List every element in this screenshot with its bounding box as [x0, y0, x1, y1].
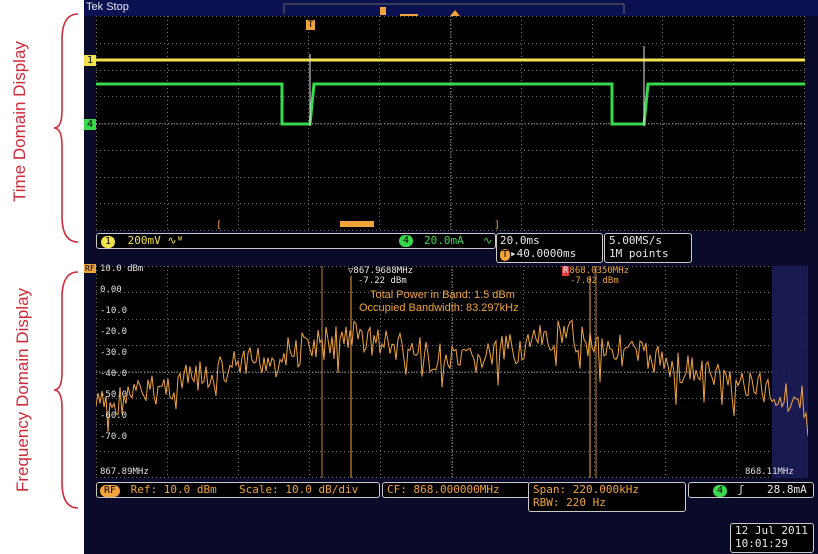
- zoom-bracket-left: [: [216, 220, 222, 231]
- vertical-scale: Scale: 10.0 dB/div: [239, 483, 359, 496]
- trigger-level: 28.8mA: [767, 483, 807, 496]
- total-power-readout: Total Power in Band: 1.5 dBm: [370, 289, 515, 301]
- date: 12 Jul 2011: [735, 524, 808, 537]
- ch4-ground-marker[interactable]: 4: [84, 119, 97, 130]
- ch4-badge: 4: [399, 235, 414, 247]
- rf-ref-marker[interactable]: RF: [84, 264, 96, 273]
- y-tick-label: -70.0: [100, 432, 128, 442]
- marker2-readout: R868.0350MHz -7.02 dBm: [562, 266, 629, 286]
- x-axis-end: 868.11MHz: [745, 467, 794, 477]
- spectrum-right-shade: [772, 266, 808, 478]
- acquisition-readout[interactable]: 5.00MS/s 1M points: [604, 233, 692, 263]
- time: 10:01:29: [735, 537, 788, 550]
- record-view-bar: [283, 3, 625, 16]
- x-axis-start: 867.89MHz: [100, 467, 149, 477]
- date-time-readout: 12 Jul 2011 10:01:29: [730, 523, 814, 553]
- horizontal-readout[interactable]: 20.0ms T ▸40.0000ms: [496, 233, 603, 263]
- sample-rate: 5.00MS/s: [609, 234, 662, 247]
- marker2-level: -7.02 dBm: [570, 276, 619, 286]
- horizontal-delay: T ▸40.0000ms: [500, 247, 577, 261]
- ch1-scale: 200mV: [127, 234, 161, 247]
- trigger-readout[interactable]: 4 ʃ 28.8mA: [688, 482, 814, 498]
- time-domain-graticule: []: [96, 16, 805, 231]
- zoom-bracket-right: ]: [494, 220, 500, 231]
- y-tick-label: -40.0: [100, 369, 128, 379]
- ch4-scale: 20.0mA: [424, 234, 464, 247]
- y-tick-label: -10.0: [100, 306, 128, 316]
- trigger-source-badge: 4: [713, 485, 728, 497]
- center-frequency: CF: 868.000000MHz: [387, 483, 500, 496]
- trigger-slope-icon: ʃ: [737, 483, 745, 496]
- center-frequency-readout[interactable]: CF: 868.000000MHz: [382, 482, 530, 498]
- ref-level: Ref: 10.0 dBm: [130, 483, 217, 496]
- time-domain-pane: []: [96, 16, 805, 231]
- span-rbw-readout[interactable]: Span: 220.000kHz RBW: 220 Hz: [528, 482, 686, 512]
- time-domain-label: Time Domain Display: [10, 41, 29, 202]
- record-length: 1M points: [609, 247, 669, 260]
- frequency-domain-label: Frequency Domain Display: [13, 287, 32, 493]
- oscilloscope-screen: Tek Stop [] T 1 4 1 200mV ∿ᵂ 4 20.0mA ∿ …: [84, 0, 818, 554]
- y-tick-label: -30.0: [100, 348, 128, 358]
- status-bar: Tek Stop: [84, 0, 818, 16]
- y-tick-label: -50.0: [100, 390, 128, 400]
- marker1-readout: ▽867.9688MHz -7.22 dBm: [348, 266, 413, 286]
- marker2-freq: 868.0350MHz: [569, 266, 630, 276]
- occupied-bandwidth-readout: Occupied Bandwidth: 83.297kHz: [359, 302, 519, 314]
- trigger-position-marker: T: [306, 20, 316, 30]
- ch1-badge: 1: [101, 236, 116, 248]
- ch1-ground-marker[interactable]: 1: [84, 55, 97, 66]
- rf-ref-readout[interactable]: RF Ref: 10.0 dBm Scale: 10.0 dB/div: [96, 482, 380, 498]
- y-tick-label: 10.0 dBm: [100, 264, 144, 274]
- y-tick-label: -60.0: [100, 411, 128, 421]
- time-domain-bracket: [53, 13, 79, 243]
- y-tick-label: 0.00: [100, 285, 122, 295]
- marker1-freq: 867.9688MHz: [353, 266, 414, 276]
- ch1-coupling-icon: ∿ᵂ: [167, 234, 184, 247]
- frequency-domain-bracket: [53, 271, 79, 509]
- y-tick-label: -20.0: [100, 327, 128, 337]
- horizontal-scale: 20.0ms: [500, 234, 540, 247]
- marker1-level: -7.22 dBm: [358, 276, 407, 286]
- ch4-coupling-icon: ∿: [483, 234, 493, 247]
- rbw-value: RBW: 220 Hz: [533, 496, 606, 509]
- span-value: Span: 220.000kHz: [533, 483, 639, 496]
- channel-readout-bar[interactable]: 1 200mV ∿ᵂ 4 20.0mA ∿: [96, 233, 496, 249]
- rf-badge: RF: [100, 485, 121, 497]
- zoom-window-indicator: [340, 221, 374, 227]
